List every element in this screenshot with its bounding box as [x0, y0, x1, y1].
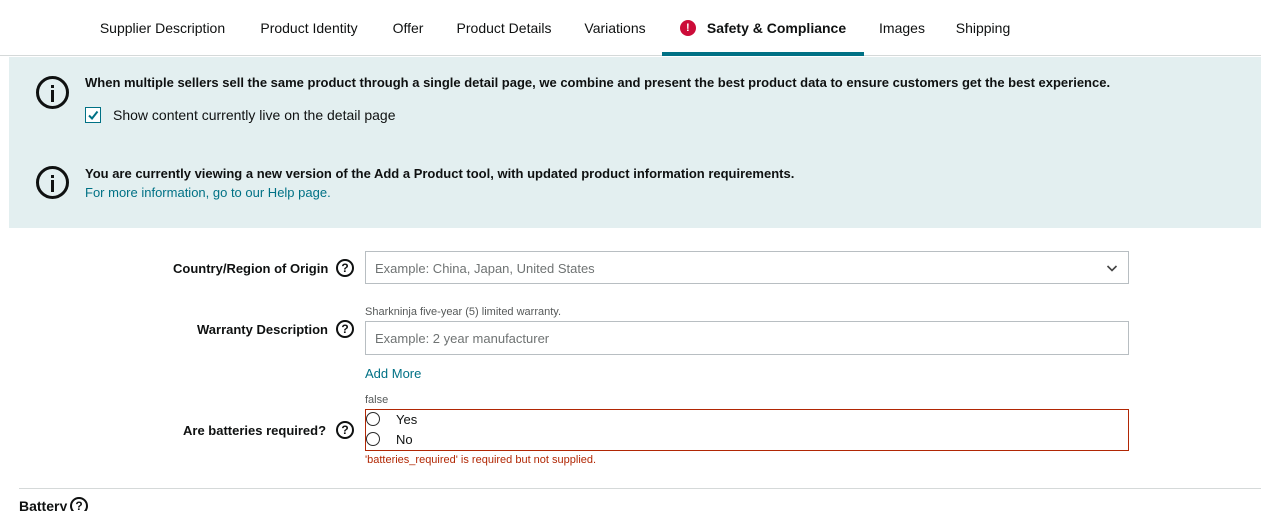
batteries-no-label[interactable]: No	[396, 432, 413, 447]
chevron-down-icon	[1106, 265, 1118, 272]
tab-label: Images	[879, 20, 925, 36]
error-icon: !	[679, 20, 696, 36]
batteries-live-value: false	[365, 394, 389, 406]
banner-message-new-version: You are currently viewing a new version …	[85, 166, 795, 181]
help-question-icon[interactable]: ?	[336, 421, 354, 439]
tab-label: Supplier Description	[99, 20, 226, 36]
batteries-no-radio[interactable]	[366, 432, 380, 446]
checkmark-icon	[88, 110, 99, 121]
tab-label: Product Details	[456, 20, 552, 36]
tab-shipping[interactable]: Shipping	[945, 0, 1021, 56]
warranty-description-label: Warranty Description	[197, 322, 328, 337]
tab-label: Shipping	[955, 20, 1011, 36]
batteries-yes-radio[interactable]	[366, 412, 380, 426]
show-live-content-checkbox[interactable]	[85, 107, 101, 123]
add-more-link[interactable]: Add More	[365, 366, 421, 381]
tab-offer[interactable]: Offer	[381, 0, 435, 56]
warranty-description-input[interactable]: Example: 2 year manufacturer	[365, 321, 1129, 355]
warranty-live-value: Sharkninja five-year (5) limited warrant…	[365, 306, 562, 318]
tab-supplier-description[interactable]: Supplier Description	[88, 0, 237, 56]
tab-label: Safety & Compliance	[706, 20, 847, 36]
batteries-yes-label[interactable]: Yes	[396, 412, 417, 427]
country-origin-select[interactable]: Example: China, Japan, United States	[365, 251, 1129, 284]
country-origin-label: Country/Region of Origin	[173, 261, 329, 276]
tab-label: Variations	[584, 20, 646, 36]
tab-label: Offer	[392, 20, 424, 36]
help-question-icon[interactable]: ?	[336, 320, 354, 338]
battery-section-title[interactable]: Battery	[19, 498, 67, 511]
tab-images[interactable]: Images	[869, 0, 935, 56]
tab-bar: Supplier Description Product Identity Of…	[0, 0, 1261, 56]
batteries-error-message: 'batteries_required' is required but not…	[365, 454, 597, 466]
info-icon	[36, 166, 69, 199]
country-origin-placeholder: Example: China, Japan, United States	[375, 261, 595, 276]
tab-label: Product Identity	[260, 20, 358, 36]
tab-product-identity[interactable]: Product Identity	[247, 0, 371, 56]
help-question-icon[interactable]: ?	[70, 497, 88, 511]
warranty-description-placeholder: Example: 2 year manufacturer	[375, 331, 550, 346]
batteries-required-label: Are batteries required?	[183, 423, 327, 438]
tab-variations[interactable]: Variations	[573, 0, 657, 56]
section-divider	[19, 488, 1261, 489]
tab-safety-compliance[interactable]: ! Safety & Compliance	[662, 0, 864, 56]
batteries-required-radio-group	[365, 409, 1129, 451]
help-page-link[interactable]: For more information, go to our Help pag…	[85, 185, 331, 200]
show-live-content-label[interactable]: Show content currently live on the detai…	[113, 107, 396, 123]
help-question-icon[interactable]: ?	[336, 259, 354, 277]
info-icon	[36, 76, 69, 109]
tab-product-details[interactable]: Product Details	[445, 0, 563, 56]
banner-message-best-data: When multiple sellers sell the same prod…	[85, 75, 1111, 90]
